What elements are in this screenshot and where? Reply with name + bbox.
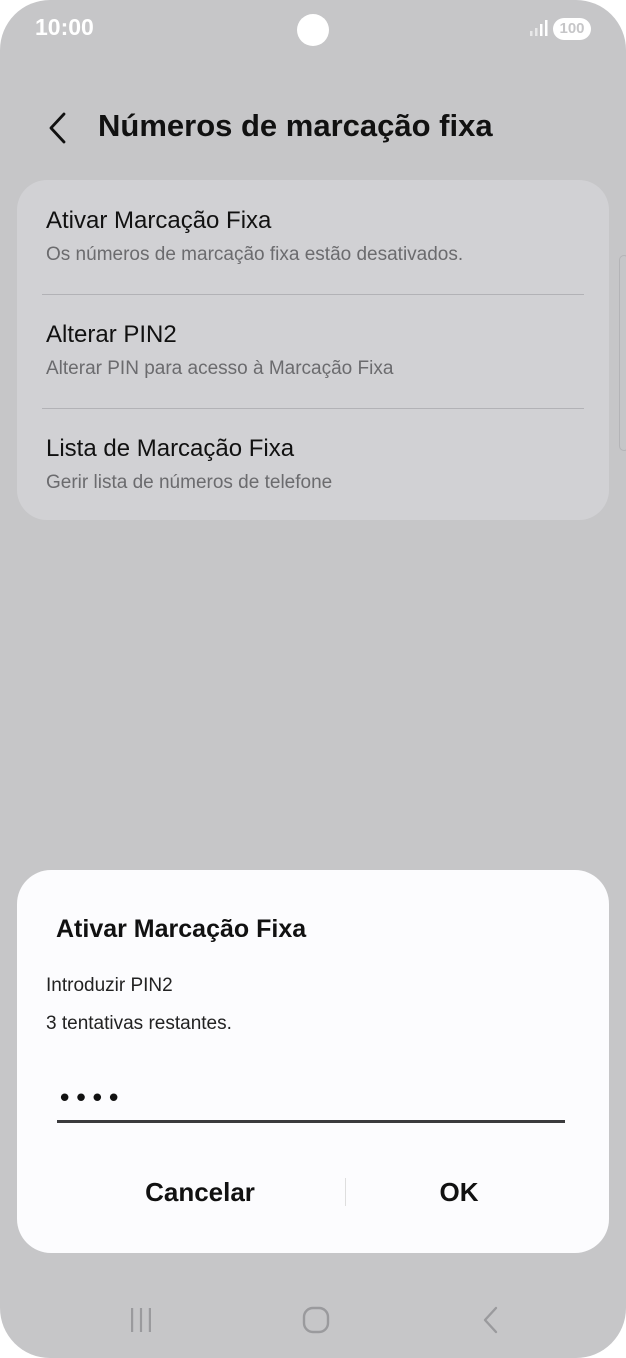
setting-item-title: Ativar Marcação Fixa [46,207,272,234]
setting-item-title: Alterar PIN2 [46,321,177,348]
setting-item-title: Lista de Marcação Fixa [46,435,295,462]
setting-item-subtitle: Gerir lista de números de telefone [46,472,333,493]
setting-item-subtitle: Alterar PIN para acesso à Marcação Fixa [46,358,394,379]
home-button[interactable] [286,1290,346,1350]
button-divider [345,1178,346,1206]
navigation-bar [0,1290,626,1350]
ok-button[interactable]: OK [347,1167,571,1217]
setting-item-change-pin2[interactable]: Alterar PIN2 Alterar PIN para acesso à M… [17,294,609,408]
setting-item-enable-fdn[interactable]: Ativar Marcação Fixa Os números de marca… [17,180,609,294]
status-time: 10:00 [35,14,94,40]
pin2-input[interactable] [57,1077,565,1123]
cancel-button[interactable]: Cancelar [57,1167,343,1217]
dialog-attempts: 3 tentativas restantes. [46,1013,232,1034]
chevron-left-icon [49,112,66,144]
signal-icon [530,20,548,36]
recent-apps-icon [131,1308,151,1332]
recent-apps-button[interactable] [111,1290,171,1350]
camera-cutout [297,14,329,46]
dialog-title: Ativar Marcação Fixa [56,915,307,943]
phone-screen: 10:00 100 Números de marcação fixa Ativa… [0,0,626,1358]
setting-item-fdn-list[interactable]: Lista de Marcação Fixa Gerir lista de nú… [17,408,609,522]
status-bar: 10:00 100 [0,0,626,60]
dialog-message: Introduzir PIN2 [46,975,173,996]
pin2-dialog: Ativar Marcação Fixa Introduzir PIN2 3 t… [17,870,609,1253]
battery-icon: 100 [553,18,591,40]
page-title: Números de marcação fixa [98,108,493,143]
home-icon [302,1306,330,1334]
settings-card: Ativar Marcação Fixa Os números de marca… [17,180,609,520]
scroll-indicator[interactable] [619,255,626,451]
back-icon [483,1306,498,1334]
back-button[interactable] [36,104,80,152]
nav-back-button[interactable] [461,1290,521,1350]
setting-item-subtitle: Os números de marcação fixa estão desati… [46,244,464,265]
